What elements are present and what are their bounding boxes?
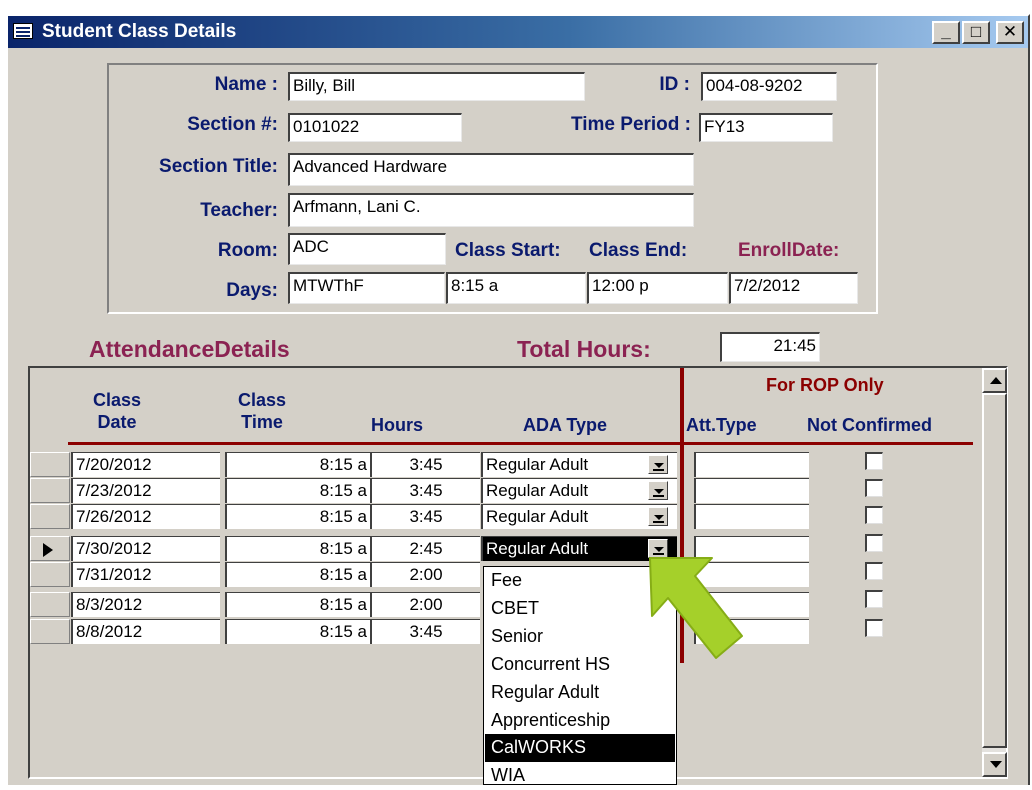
window-title: Student Class Details [42, 21, 237, 42]
class-end-field[interactable]: 12:00 p [587, 272, 728, 304]
row-selector[interactable] [30, 478, 70, 503]
section-number-label: Section #: [187, 114, 278, 135]
form-icon [13, 23, 33, 39]
name-label: Name : [214, 74, 278, 95]
row-selector[interactable] [30, 562, 70, 587]
rop-only-header: For ROP Only [766, 375, 884, 395]
row-selector[interactable] [30, 592, 70, 617]
enroll-date-label: EnrollDate: [738, 240, 840, 261]
scroll-down-button[interactable] [982, 752, 1007, 777]
scroll-thumb[interactable] [982, 393, 1007, 748]
total-hours-label: Total Hours: [517, 336, 651, 362]
dropdown-option-apprenticeship[interactable]: Apprenticeship [485, 707, 675, 735]
hours-cell[interactable]: 2:00 [370, 562, 480, 587]
section-number-field[interactable]: 0101022 [288, 113, 462, 142]
class-date-cell[interactable]: 7/26/2012 [71, 504, 220, 529]
class-time-cell[interactable]: 8:15 a [225, 592, 370, 617]
id-label: ID : [659, 74, 690, 95]
row-selector[interactable] [30, 504, 70, 529]
dropdown-option-regular-adult[interactable]: Regular Adult [485, 679, 675, 707]
class-start-field[interactable]: 8:15 a [446, 272, 586, 304]
scroll-up-arrow-icon [990, 377, 1002, 384]
not-confirmed-header: Not Confirmed [807, 415, 932, 435]
ada-type-dropdown-button[interactable] [648, 455, 668, 474]
time-period-label: Time Period : [570, 114, 691, 135]
vertical-scrollbar[interactable] [981, 368, 1007, 777]
class-time-cell[interactable]: 8:15 a [225, 562, 370, 587]
class-time-cell[interactable]: 8:15 a [225, 478, 370, 503]
room-label: Room: [217, 240, 278, 261]
total-hours-field[interactable]: 21:45 [720, 332, 820, 362]
hours-cell[interactable]: 3:45 [370, 478, 480, 503]
time-period-field[interactable]: FY13 [699, 113, 833, 142]
ada-type-dropdown-button[interactable] [648, 481, 668, 500]
class-start-label: Class Start: [455, 240, 561, 261]
class-date-cell[interactable]: 7/20/2012 [71, 452, 220, 477]
class-time-cell[interactable]: 8:15 a [225, 504, 370, 529]
days-label: Days: [226, 280, 278, 301]
header-divider-line [68, 442, 973, 445]
ada-type-header: ADA Type [522, 415, 607, 435]
class-date-cell[interactable]: 8/8/2012 [71, 619, 220, 644]
section-title-field[interactable]: Advanced Hardware [288, 153, 694, 186]
not-confirmed-checkbox[interactable] [865, 562, 883, 580]
dropdown-option-wia[interactable]: WIA [485, 762, 675, 790]
maximize-button[interactable]: □ [962, 21, 990, 44]
attendance-details-label: AttendanceDetails [89, 336, 290, 362]
days-field[interactable]: MTWThF [288, 272, 445, 304]
att-type-cell[interactable] [694, 504, 809, 529]
hours-header: Hours [370, 415, 423, 435]
not-confirmed-checkbox[interactable] [865, 590, 883, 608]
minimize-button[interactable]: _ [932, 21, 960, 44]
hours-cell[interactable]: 3:45 [370, 452, 480, 477]
id-field[interactable]: 004-08-9202 [701, 72, 837, 101]
not-confirmed-checkbox[interactable] [865, 534, 883, 552]
not-confirmed-checkbox[interactable] [865, 506, 883, 524]
not-confirmed-checkbox[interactable] [865, 452, 883, 470]
row-selector[interactable] [30, 619, 70, 644]
class-time-cell[interactable]: 8:15 a [225, 536, 370, 561]
class-time-cell[interactable]: 8:15 a [225, 619, 370, 644]
hours-cell[interactable]: 2:45 [370, 536, 480, 561]
hours-cell[interactable]: 3:45 [370, 619, 480, 644]
row-selector[interactable] [30, 452, 70, 477]
dropdown-option-calworks[interactable]: CalWORKS [485, 734, 675, 762]
class-date-cell[interactable]: 7/31/2012 [71, 562, 220, 587]
class-date-header: Class Date [92, 390, 142, 432]
att-type-cell[interactable] [694, 478, 809, 503]
scroll-down-arrow-icon [990, 761, 1002, 768]
att-type-cell[interactable] [694, 452, 809, 477]
class-time-cell[interactable]: 8:15 a [225, 452, 370, 477]
class-end-label: Class End: [589, 240, 688, 261]
close-button[interactable]: ✕ [996, 21, 1024, 44]
section-title-label: Section Title: [159, 156, 278, 177]
hours-cell[interactable]: 2:00 [370, 592, 480, 617]
row-selector-current[interactable] [30, 536, 70, 561]
not-confirmed-checkbox[interactable] [865, 619, 883, 637]
att-type-header: Att.Type [686, 415, 757, 435]
teacher-label: Teacher: [200, 200, 278, 221]
class-date-cell[interactable]: 7/30/2012 [71, 536, 220, 561]
not-confirmed-checkbox[interactable] [865, 479, 883, 497]
class-date-cell[interactable]: 8/3/2012 [71, 592, 220, 617]
class-date-cell[interactable]: 7/23/2012 [71, 478, 220, 503]
scroll-up-button[interactable] [982, 368, 1007, 393]
enroll-date-field[interactable]: 7/2/2012 [729, 272, 858, 304]
green-pointer-arrow-icon [649, 557, 743, 659]
name-field[interactable]: Billy, Bill [288, 72, 585, 101]
room-field[interactable]: ADC [288, 233, 446, 265]
teacher-field[interactable]: Arfmann, Lani C. [288, 193, 694, 227]
class-time-header: Class Time [237, 390, 287, 432]
ada-type-dropdown-button[interactable] [648, 507, 668, 526]
hours-cell[interactable]: 3:45 [370, 504, 480, 529]
current-row-arrow-icon [43, 543, 53, 557]
